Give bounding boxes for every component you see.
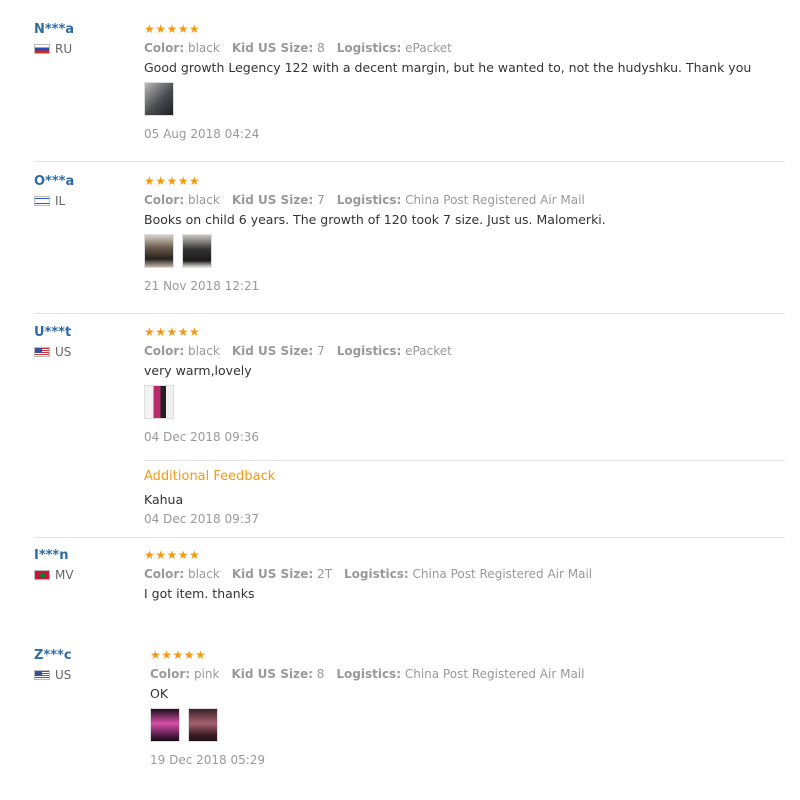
color-value: black xyxy=(187,344,220,358)
review-photos xyxy=(144,82,751,118)
country-code: MV xyxy=(55,568,74,582)
review-meta: Color: black Kid US Size: 8 Logistics: ePa… xyxy=(144,40,751,56)
reviewer-country: MV xyxy=(34,568,74,582)
review-text: I got item. thanks xyxy=(144,586,255,601)
divider xyxy=(34,313,785,314)
review-photo[interactable] xyxy=(144,82,174,116)
reviewer-country: US xyxy=(34,668,72,682)
size-label: Kid US Size: xyxy=(231,567,314,581)
size-value: 2T xyxy=(317,567,333,581)
review-photo[interactable] xyxy=(150,708,180,742)
logistics-label: Logistics: xyxy=(336,41,402,55)
review-photos xyxy=(144,385,452,421)
size-value: 7 xyxy=(317,193,325,207)
review-photo[interactable] xyxy=(144,234,174,268)
review-body: ★★★★★ Color: black Kid US Size: 8 Logistic… xyxy=(144,22,751,142)
size-label: Kid US Size: xyxy=(231,193,314,207)
review-body: ★★★★★ Color: black Kid US Size: 7 Logistic… xyxy=(144,325,452,445)
review-photos xyxy=(144,234,606,270)
additional-feedback-text: Kahua xyxy=(144,492,184,507)
logistics-label: Logistics: xyxy=(344,567,409,581)
size-value: 7 xyxy=(317,344,325,358)
reviewer-name: Z***c xyxy=(34,648,72,663)
logistics-value: ePacket xyxy=(405,41,452,55)
review-photo[interactable] xyxy=(144,385,174,419)
reviewer-info: N***a RU xyxy=(34,22,74,56)
size-label: Kid US Size: xyxy=(231,41,314,55)
review-meta: Color: black Kid US Size: 2T Logistics: Ch… xyxy=(144,566,592,582)
review-date: 05 Aug 2018 04:24 xyxy=(144,127,260,141)
color-label: Color: xyxy=(144,567,185,581)
review-meta: Color: black Kid US Size: 7 Logistics: ePa… xyxy=(144,343,452,359)
size-value: 8 xyxy=(317,41,325,55)
logistics-label: Logistics: xyxy=(336,344,402,358)
review-photos xyxy=(150,708,584,744)
reviewer-country: RU xyxy=(34,42,74,56)
reviewer-info: U***t US xyxy=(34,325,71,359)
color-label: Color: xyxy=(144,344,185,358)
country-code: IL xyxy=(55,194,66,208)
country-code: RU xyxy=(55,42,73,56)
logistics-value: China Post Registered Air Mail xyxy=(404,667,585,681)
additional-feedback-date: 04 Dec 2018 09:37 xyxy=(144,512,260,526)
divider xyxy=(144,460,785,461)
color-label: Color: xyxy=(150,667,191,681)
logistics-label: Logistics: xyxy=(336,193,402,207)
review-text: Good growth Legency 122 with a decent ma… xyxy=(144,60,752,75)
reviewer-info: Z***c US xyxy=(34,648,72,682)
review-date: 04 Dec 2018 09:36 xyxy=(144,430,260,444)
review-text: OK xyxy=(150,686,169,701)
maldives-flag-icon xyxy=(34,570,50,580)
review-body: ★★★★★ Color: black Kid US Size: 7 Logistic… xyxy=(144,174,606,294)
reviewer-name: N***a xyxy=(34,22,75,37)
size-label: Kid US Size: xyxy=(231,667,313,681)
reviewer-country: US xyxy=(34,345,71,359)
divider xyxy=(34,161,785,162)
reviewer-name: O***a xyxy=(34,174,75,189)
review-text: very warm,lovely xyxy=(144,363,252,378)
country-code: US xyxy=(55,345,72,359)
reviewer-country: IL xyxy=(34,194,74,208)
review-date: 19 Dec 2018 05:29 xyxy=(150,753,266,767)
reviewer-name: U***t xyxy=(34,325,72,340)
review-body: ★★★★★ Color: pink Kid US Size: 8 Logistics… xyxy=(150,648,584,768)
color-label: Color: xyxy=(144,41,185,55)
review-text: Books on child 6 years. The growth of 12… xyxy=(144,212,606,227)
country-code: US xyxy=(55,668,72,682)
reviewer-info: O***a IL xyxy=(34,174,74,208)
review-date: 21 Nov 2018 12:21 xyxy=(144,279,260,293)
israel-flag-icon xyxy=(34,196,50,206)
review-photo[interactable] xyxy=(182,234,212,268)
size-value: 8 xyxy=(316,667,325,681)
logistics-value: ePacket xyxy=(405,344,452,358)
color-value: black xyxy=(187,567,220,581)
review-meta: Color: black Kid US Size: 7 Logistics: Chi… xyxy=(144,192,606,208)
review-body: ★★★★★ Color: black Kid US Size: 2T Logisti… xyxy=(144,548,592,602)
color-value: black xyxy=(187,41,220,55)
logistics-label: Logistics: xyxy=(336,667,401,681)
russia-flag-icon xyxy=(34,44,50,54)
reviewer-info: I***n MV xyxy=(34,548,74,582)
logistics-value: China Post Registered Air Mail xyxy=(412,567,593,581)
logistics-value: China Post Registered Air Mail xyxy=(405,193,585,207)
star-rating: ★★★★★ xyxy=(144,22,201,36)
reviewer-name: I***n xyxy=(34,548,69,563)
review-meta: Color: pink Kid US Size: 8 Logistics: Chin… xyxy=(150,666,584,682)
star-rating: ★★★★★ xyxy=(144,548,201,562)
star-rating: ★★★★★ xyxy=(144,325,201,339)
divider xyxy=(34,537,785,538)
size-label: Kid US Size: xyxy=(231,344,314,358)
review-photo[interactable] xyxy=(188,708,218,742)
star-rating: ★★★★★ xyxy=(150,648,207,662)
star-rating: ★★★★★ xyxy=(144,174,201,188)
color-label: Color: xyxy=(144,193,185,207)
color-value: pink xyxy=(193,667,220,681)
color-value: black xyxy=(187,193,220,207)
additional-feedback-title: Additional Feedback xyxy=(144,469,276,484)
usa-flag-icon xyxy=(34,347,50,357)
usa-flag-icon xyxy=(34,670,50,680)
